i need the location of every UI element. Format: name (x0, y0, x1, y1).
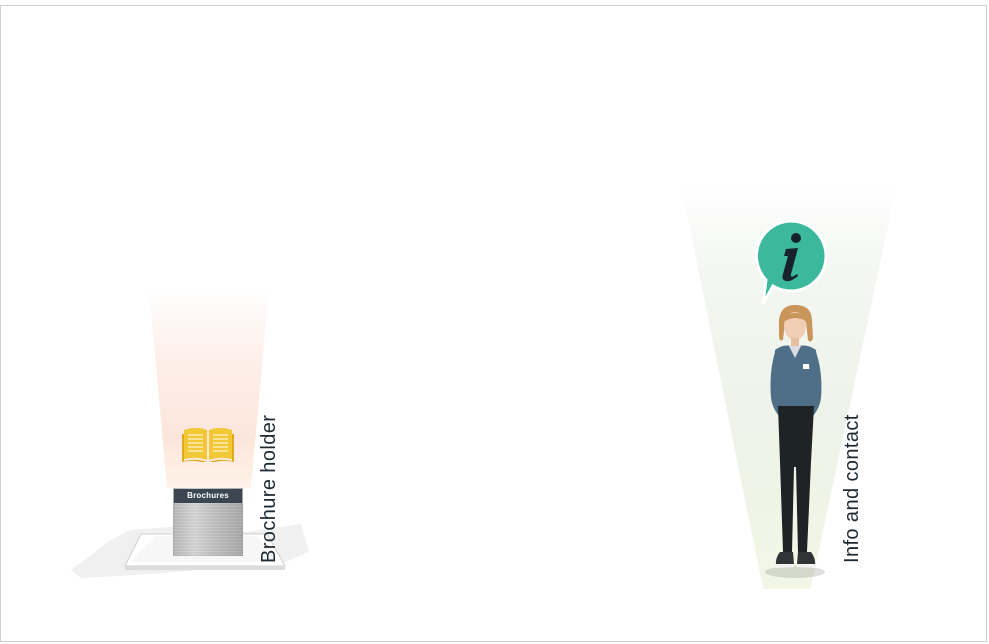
brochure-holder-label[interactable]: Brochure holder (258, 415, 281, 563)
info-contact-hotspot[interactable] (681, 184, 901, 594)
brochure-stand-label: Brochures (174, 489, 242, 503)
info-contact-label[interactable]: Info and contact (841, 414, 864, 563)
exhibition-stand-canvas: Brochures Brochure holder Info and conta… (0, 5, 987, 642)
assistant-person-figure (765, 304, 825, 578)
info-bubble-icon (755, 219, 828, 305)
open-book-icon (182, 428, 234, 462)
